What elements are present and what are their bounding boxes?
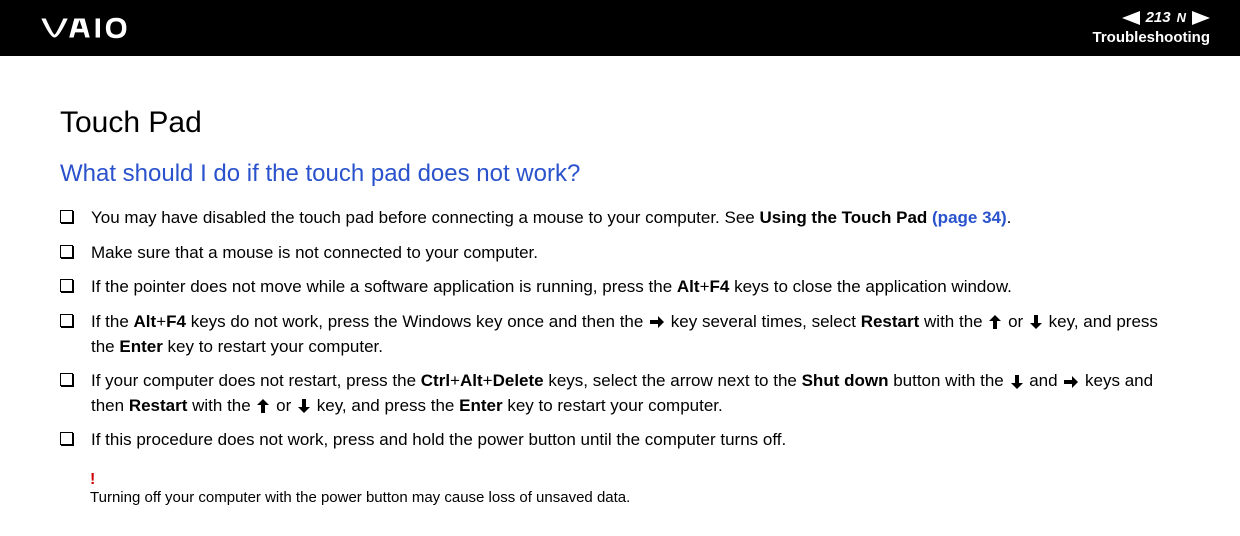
text: or (1003, 312, 1028, 331)
list-text: You may have disabled the touch pad befo… (91, 206, 1180, 231)
list-text: If your computer does not restart, press… (91, 369, 1180, 418)
list-text: If the Alt+F4 keys do not work, press th… (91, 310, 1180, 359)
arrow-down-icon (1011, 375, 1023, 389)
text: + (156, 312, 166, 331)
key-name: Ctrl (421, 371, 450, 390)
header-right: 213 N Troubleshooting (1093, 9, 1211, 47)
text: key to restart your computer. (163, 337, 383, 356)
key-name: Alt (460, 371, 483, 390)
key-name: Alt (677, 277, 700, 296)
text: . (1007, 208, 1012, 227)
troubleshoot-list: You may have disabled the touch pad befo… (60, 206, 1180, 453)
text: + (450, 371, 460, 390)
page-ref-link[interactable]: (page 34) (927, 208, 1006, 227)
text: and (1025, 371, 1063, 390)
key-name: Shut down (802, 371, 889, 390)
nav-next-icon[interactable] (1192, 11, 1210, 25)
text: If the pointer does not move while a sof… (91, 277, 677, 296)
text: You may have disabled the touch pad befo… (91, 208, 759, 227)
list-item: If the pointer does not move while a sof… (60, 275, 1180, 300)
key-name: Restart (129, 396, 188, 415)
ref-title: Using the Touch Pad (759, 208, 927, 227)
list-item: You may have disabled the touch pad befo… (60, 206, 1180, 231)
text: with the (919, 312, 987, 331)
arrow-down-icon (298, 399, 310, 413)
question-heading: What should I do if the touch pad does n… (60, 160, 1180, 188)
page-number: 213 (1146, 9, 1171, 27)
text: keys do not work, press the Windows key … (186, 312, 648, 331)
list-text: Make sure that a mouse is not connected … (91, 241, 1180, 266)
list-text: If this procedure does not work, press a… (91, 428, 1180, 453)
text: + (700, 277, 710, 296)
text: key, and press the (312, 396, 459, 415)
key-name: F4 (166, 312, 186, 331)
key-name: Restart (861, 312, 920, 331)
arrow-up-icon (257, 399, 269, 413)
warning-text: Turning off your computer with the power… (90, 489, 1180, 506)
text: key to restart your computer. (503, 396, 723, 415)
text: or (271, 396, 296, 415)
key-name: Delete (493, 371, 544, 390)
text: If your computer does not restart, press… (91, 371, 421, 390)
list-text: If the pointer does not move while a sof… (91, 275, 1180, 300)
key-name: Alt (134, 312, 157, 331)
bullet-icon (60, 279, 73, 292)
text: keys, select the arrow next to the (544, 371, 802, 390)
key-name: Enter (119, 337, 162, 356)
list-item: If the Alt+F4 keys do not work, press th… (60, 310, 1180, 359)
text: If the (91, 312, 134, 331)
page-content: Touch Pad What should I do if the touch … (0, 56, 1240, 536)
bullet-icon (60, 373, 73, 386)
bullet-icon (60, 432, 73, 445)
page-title: Touch Pad (60, 106, 1180, 140)
arrow-down-icon (1030, 315, 1042, 329)
list-item: If your computer does not restart, press… (60, 369, 1180, 418)
key-name: F4 (710, 277, 730, 296)
arrow-right-icon (1064, 376, 1078, 388)
section-label: Troubleshooting (1093, 29, 1211, 47)
arrow-right-icon (650, 316, 664, 328)
warning-icon: ! (90, 471, 1180, 489)
text: with the (187, 396, 255, 415)
key-name: Enter (459, 396, 502, 415)
list-item: If this procedure does not work, press a… (60, 428, 1180, 453)
warning-block: ! Turning off your computer with the pow… (90, 471, 1180, 506)
nav-letter: N (1177, 10, 1186, 26)
bullet-icon (60, 210, 73, 223)
text: keys to close the application window. (729, 277, 1012, 296)
bullet-icon (60, 314, 73, 327)
vaio-logo (30, 0, 170, 56)
nav-prev-icon[interactable] (1122, 11, 1140, 25)
text: key several times, select (666, 312, 861, 331)
text: button with the (888, 371, 1008, 390)
arrow-up-icon (989, 315, 1001, 329)
list-item: Make sure that a mouse is not connected … (60, 241, 1180, 266)
text: + (483, 371, 493, 390)
page-nav: 213 N (1093, 9, 1211, 27)
page-header: 213 N Troubleshooting (0, 0, 1240, 56)
bullet-icon (60, 245, 73, 258)
